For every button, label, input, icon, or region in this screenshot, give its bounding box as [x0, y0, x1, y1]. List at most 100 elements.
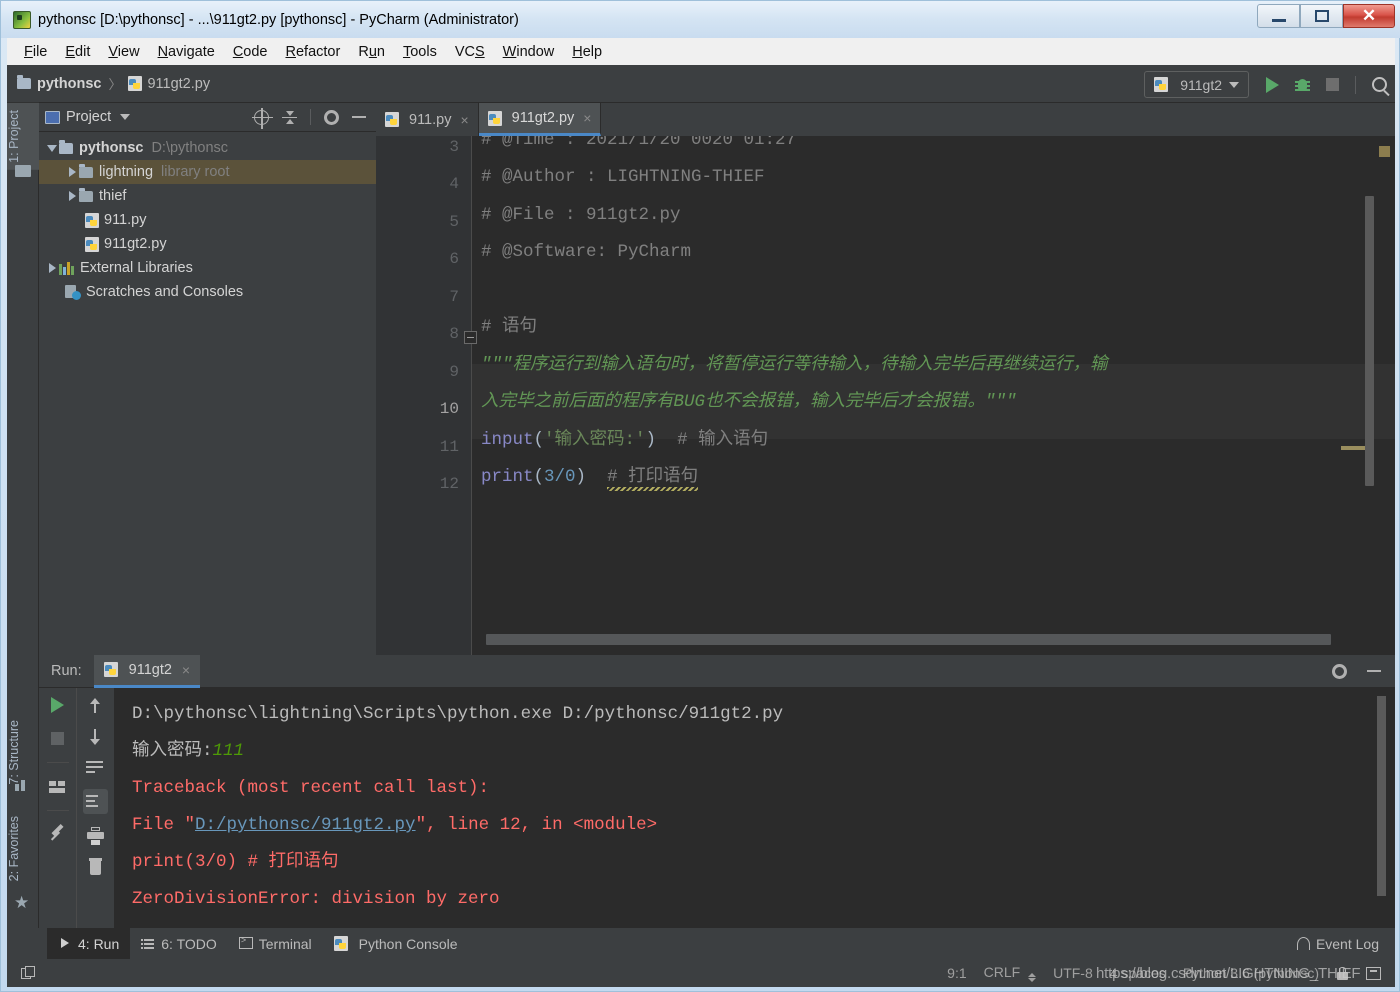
- line-separator[interactable]: CRLF: [983, 964, 1037, 982]
- expand-twisty-icon[interactable]: [45, 144, 59, 152]
- stop-icon[interactable]: [48, 729, 67, 748]
- tree-item-lightning[interactable]: lightning library root: [39, 160, 376, 184]
- error-stripe-marker[interactable]: [1379, 146, 1390, 157]
- line-number: 6: [449, 250, 459, 268]
- search-icon[interactable]: [1372, 77, 1387, 92]
- bug-icon[interactable]: [1295, 77, 1310, 92]
- tab-911gt2-py[interactable]: 911gt2.py ×: [478, 103, 602, 136]
- python-interpreter[interactable]: Python 3.6 (pythonsc): [1183, 965, 1319, 981]
- tree-item-external-libraries[interactable]: External Libraries: [39, 256, 376, 280]
- expand-twisty-icon[interactable]: [45, 263, 59, 273]
- run-icon: [58, 937, 72, 950]
- menu-item-file[interactable]: File: [15, 41, 56, 63]
- minus-icon[interactable]: [1367, 670, 1381, 672]
- gear-icon[interactable]: [1332, 663, 1347, 679]
- menu-item-vcs[interactable]: VCS: [446, 41, 494, 63]
- tree-label: thief: [99, 188, 127, 204]
- editor-vertical-scrollbar[interactable]: [1365, 196, 1374, 486]
- tree-item-911py[interactable]: 911.py: [39, 208, 376, 232]
- tab-911-py[interactable]: 911.py ×: [376, 103, 479, 136]
- menu-item-run[interactable]: Run: [349, 41, 394, 63]
- toggle-toolwindows-button[interactable]: [21, 966, 36, 980]
- print-icon[interactable]: [86, 826, 105, 845]
- close-button[interactable]: ✕: [1343, 4, 1395, 28]
- tree-label: pythonsc: [79, 140, 144, 156]
- menu-item-edit[interactable]: Edit: [56, 41, 99, 63]
- collapse-icon[interactable]: [282, 110, 297, 125]
- caret-position[interactable]: 9:1: [947, 965, 966, 981]
- code-function-name: print: [481, 467, 534, 487]
- minus-icon[interactable]: [352, 116, 366, 118]
- cursor-icon[interactable]: [1366, 966, 1381, 980]
- console-file-link[interactable]: D:/pythonsc/911gt2.py: [195, 815, 416, 835]
- tree-item-pythonsc[interactable]: pythonsc D:\pythonsc: [39, 136, 376, 160]
- project-window-icon: [45, 110, 60, 124]
- line-number: 9: [449, 363, 459, 381]
- maximize-button[interactable]: [1300, 4, 1343, 28]
- run-configuration-label: 911gt2: [1180, 76, 1222, 93]
- layout-icon[interactable]: [48, 777, 67, 796]
- menu-item-tools[interactable]: Tools: [394, 41, 446, 63]
- menu-item-code[interactable]: Code: [224, 41, 277, 63]
- arrow-down-icon[interactable]: [86, 727, 105, 746]
- close-icon[interactable]: ×: [460, 112, 468, 128]
- breadcrumb-file[interactable]: 911gt2.py: [128, 76, 210, 92]
- run-console-output[interactable]: D:\pythonsc\lightning\Scripts\python.exe…: [114, 688, 1395, 928]
- run-tab-911gt2[interactable]: 911gt2 ×: [93, 654, 201, 688]
- tree-label: lightning: [99, 164, 154, 180]
- sidebar-item-favorites[interactable]: 2: Favorites: [7, 809, 39, 888]
- menu-item-help[interactable]: Help: [563, 41, 611, 63]
- tab-label: 911gt2.py: [511, 110, 575, 126]
- event-log-button[interactable]: Event Log: [1296, 936, 1395, 952]
- tree-item-911gt2py[interactable]: 911gt2.py: [39, 232, 376, 256]
- menu-item-navigate[interactable]: Navigate: [149, 41, 224, 63]
- code-editor[interactable]: 3 4 5 6 7 8 9 10 11 12 # @Time : 2021/1/…: [376, 136, 1395, 655]
- play-icon[interactable]: [48, 696, 67, 715]
- arrow-up-icon[interactable]: [86, 696, 105, 715]
- editor-horizontal-scrollbar[interactable]: [486, 634, 1331, 645]
- close-icon[interactable]: ×: [182, 662, 190, 678]
- stop-icon[interactable]: [1326, 78, 1339, 91]
- close-icon[interactable]: ×: [583, 110, 591, 126]
- menu-item-view[interactable]: View: [99, 41, 148, 63]
- console-scrollbar[interactable]: [1377, 696, 1386, 896]
- scroll-end-icon[interactable]: [82, 789, 108, 814]
- play-icon[interactable]: [1266, 76, 1279, 93]
- bottom-tab-terminal[interactable]: Terminal: [228, 928, 323, 959]
- lock-icon[interactable]: [1336, 966, 1349, 980]
- target-icon[interactable]: [252, 107, 273, 129]
- tree-item-thief[interactable]: thief: [39, 184, 376, 208]
- soft-wrap-icon[interactable]: [85, 758, 105, 777]
- console-line-file: File "D:/pythonsc/911gt2.py", line 12, i…: [132, 807, 1395, 844]
- tree-item-scratches-and-consoles[interactable]: Scratches and Consoles: [39, 280, 376, 304]
- bottom-tab-run[interactable]: 4: Run: [47, 928, 131, 959]
- project-tree: pythonsc D:\pythonsc lightning library r…: [39, 132, 376, 304]
- chevron-down-icon[interactable]: [120, 114, 131, 120]
- editor-gutter[interactable]: 3 4 5 6 7 8 9 10 11 12: [376, 136, 471, 655]
- code-text[interactable]: # @Time : 2021/1/20 0020 01:27 # @Author…: [477, 136, 1395, 655]
- expand-twisty-icon[interactable]: [65, 191, 79, 201]
- bottom-tab-todo[interactable]: 6: TODO: [130, 928, 228, 959]
- trash-icon[interactable]: [86, 857, 105, 876]
- gear-icon[interactable]: [324, 109, 339, 125]
- file-encoding[interactable]: UTF-8: [1053, 965, 1093, 981]
- python-icon: [103, 662, 118, 677]
- code-fold-toggle[interactable]: [464, 331, 477, 344]
- status-bar: 9:1 CRLF UTF-8 4 spaces Python 3.6 (pyth…: [7, 959, 1395, 987]
- console-prompt-text: 输入密码:: [132, 741, 213, 761]
- indent-setting[interactable]: 4 spaces: [1110, 965, 1166, 981]
- menu-item-window[interactable]: Window: [494, 41, 564, 63]
- toolwindow-icon: [21, 966, 36, 980]
- line-number: 5: [449, 213, 459, 231]
- breadcrumb-project[interactable]: pythonsc: [17, 75, 101, 92]
- tree-sublabel: D:\pythonsc: [151, 140, 229, 156]
- tree-label: External Libraries: [80, 260, 193, 276]
- line-separator-label: CRLF: [983, 964, 1021, 980]
- minimize-button[interactable]: [1257, 4, 1300, 28]
- menu-item-refactor[interactable]: Refactor: [277, 41, 350, 63]
- bottom-tab-python-console[interactable]: Python Console: [323, 928, 469, 959]
- expand-twisty-icon[interactable]: [65, 167, 79, 177]
- sidebar-item-project[interactable]: 1: Project: [7, 103, 39, 170]
- pin-icon[interactable]: [48, 823, 67, 844]
- run-configuration-selector[interactable]: 911gt2: [1144, 71, 1249, 98]
